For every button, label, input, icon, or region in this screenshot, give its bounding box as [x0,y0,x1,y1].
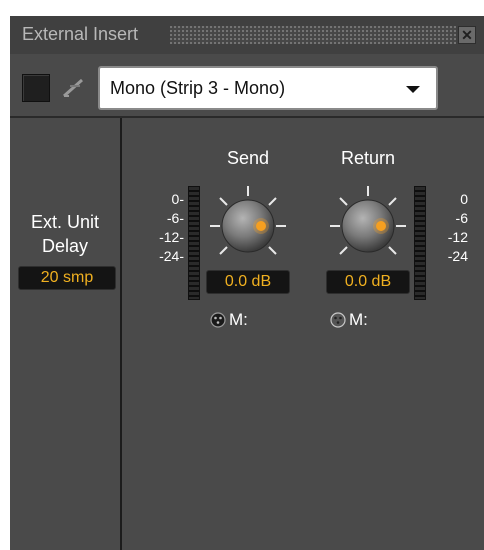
chevron-down-icon [406,86,420,93]
drag-grip[interactable] [170,26,456,44]
send-label: Send [226,148,270,168]
send-scale: 0- -6- -12- -24- [150,190,184,266]
send-scale-label: -12- [159,229,184,245]
window-title: External Insert [22,24,139,44]
return-scale-label: 0 [460,191,468,207]
return-scale-label: -12 [447,229,468,245]
send-mic-label: M: [229,310,248,329]
send-value-field[interactable]: 0.0 dB [206,270,290,294]
return-mic-label: M: [349,310,368,329]
return-scale-label: -6 [455,210,468,226]
routing-select[interactable]: Mono (Strip 3 - Mono) [98,66,438,110]
close-icon: ✕ [461,27,473,43]
return-scale-label: -24 [447,248,468,264]
send-scale-label: 0- [171,191,184,207]
delay-label-line2: Delay [41,236,89,256]
return-input-monitor[interactable]: M: [330,310,368,330]
title-bar[interactable]: External Insert ✕ [10,16,484,55]
delay-label-line1: Ext. Unit [30,212,100,232]
return-value-field[interactable]: 0.0 dB [326,270,410,294]
return-scale: 0 -6 -12 -24 [430,190,468,266]
section-divider [120,118,122,550]
close-button[interactable]: ✕ [458,26,476,44]
external-insert-panel: External Insert ✕ Mono (Strip 3 - Mono) … [10,16,484,550]
delay-value-field[interactable]: 20 smp [18,266,116,290]
send-input-monitor[interactable]: M: [210,310,248,330]
send-scale-label: -24- [159,248,184,264]
send-knob[interactable] [206,184,290,268]
send-scale-label: -6- [166,210,184,226]
return-knob[interactable] [326,184,410,268]
bypass-icon[interactable] [60,74,88,102]
return-label: Return [340,148,396,168]
routing-select-value: Mono (Strip 3 - Mono) [110,78,286,98]
toolbar: Mono (Strip 3 - Mono) [10,54,484,118]
return-level-meter [414,186,426,300]
xlr-connector-icon [210,312,226,328]
xlr-connector-icon [330,312,346,328]
send-level-meter [188,186,200,300]
active-toggle-button[interactable] [22,74,50,102]
delay-label: Ext. Unit Delay [10,210,120,258]
